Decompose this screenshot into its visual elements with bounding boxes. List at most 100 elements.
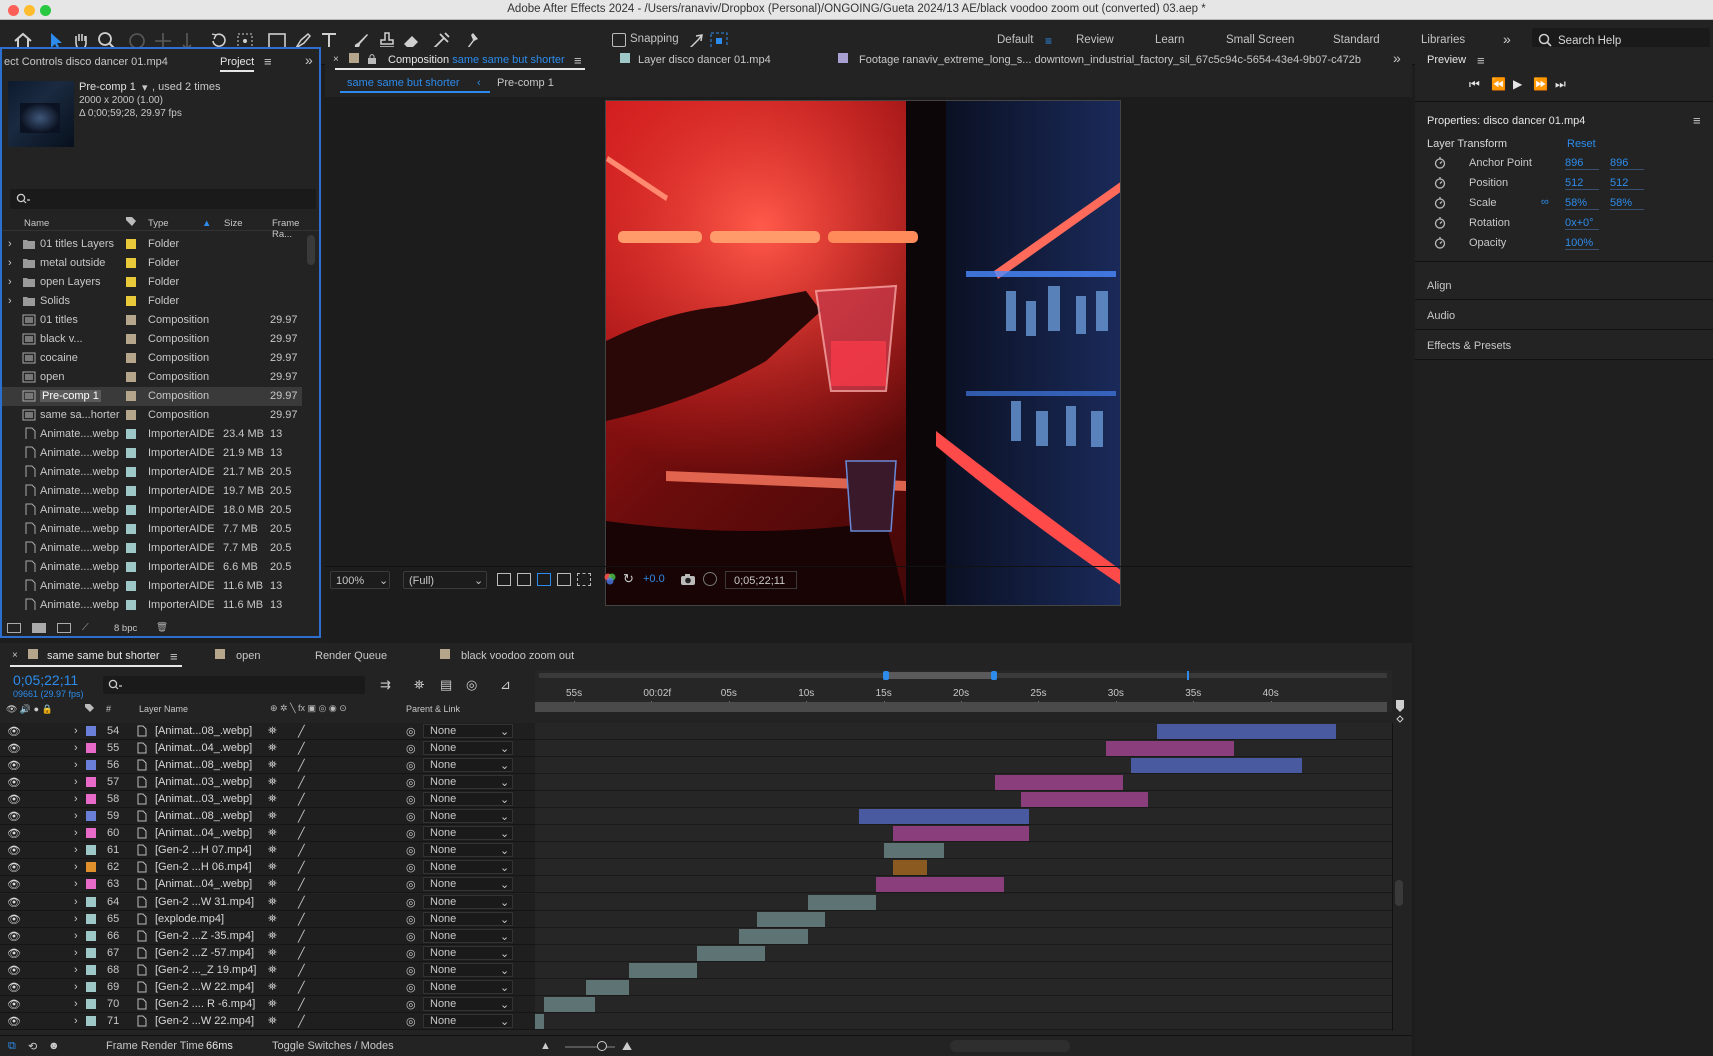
pickwhip-icon[interactable]: ◎ [406, 776, 416, 789]
visibility-eye-icon[interactable]: 👁 [7, 827, 21, 840]
layer-row[interactable]: 👁 › 66 [Gen-2 ...Z -35.mp4] ⛯ ╱ ◎ None ⌄ [0, 927, 535, 945]
layer-name[interactable]: [Gen-2 ...W 22.mp4] [155, 1015, 254, 1027]
project-item-row[interactable]: › open Layers Folder [2, 273, 302, 292]
shy-switch-icon[interactable]: ⛯ [268, 861, 277, 874]
layer-label-swatch[interactable] [86, 726, 96, 736]
layer-row[interactable]: 👁 › 56 [Animat...08_.webp] ⛯ ╱ ◎ None ⌄ [0, 757, 535, 775]
layer-track[interactable] [535, 995, 1392, 1013]
property-value-1[interactable]: 0x+0° [1565, 217, 1599, 230]
bpc-label[interactable]: 8 bpc [114, 623, 137, 634]
label-color-swatch[interactable] [126, 505, 136, 515]
layer-duration-bar[interactable] [1156, 724, 1336, 739]
project-item-row[interactable]: open Composition 29.97 [2, 368, 302, 387]
layer-label-swatch[interactable] [86, 794, 96, 805]
layer-row[interactable]: 👁 › 58 [Animat...03_.webp] ⛯ ╱ ◎ None ⌄ [0, 791, 535, 809]
layer-name[interactable]: [Gen-2 ..._Z 19.mp4] [155, 964, 257, 976]
layer-duration-bar[interactable] [884, 843, 944, 859]
layer-track[interactable] [535, 910, 1392, 928]
graph-editor-icon[interactable]: ⊿ [500, 677, 511, 693]
workspace-default[interactable]: Default [997, 34, 1033, 46]
layer-expand-chevron-icon[interactable]: › [74, 827, 78, 839]
layer-label-swatch[interactable] [86, 998, 96, 1009]
layer-duration-bar[interactable] [995, 775, 1123, 791]
close-comp-tab-icon[interactable]: × [333, 54, 339, 65]
channel-rgb-icon[interactable] [603, 572, 617, 586]
project-scrollbar[interactable] [307, 235, 315, 265]
layer-row[interactable]: 👁 › 61 [Gen-2 ...H 07.mp4] ⛯ ╱ ◎ None ⌄ [0, 842, 535, 860]
layer-row[interactable]: 👁 › 54 [Animat...08_.webp] ⛯ ╱ ◎ None ⌄ [0, 723, 535, 740]
layer-label-swatch[interactable] [86, 760, 96, 771]
property-value-2[interactable]: 58% [1610, 197, 1644, 210]
layer-track[interactable] [535, 944, 1392, 962]
layer-duration-bar[interactable] [858, 809, 1030, 825]
layer-label-swatch[interactable] [86, 896, 96, 907]
tab-footage[interactable]: Footage ranaviv_extreme_long_s... downto… [859, 54, 1379, 66]
quality-switch-icon[interactable]: ╱ [298, 793, 305, 806]
zoom-dropdown[interactable]: 100% ⌄ [330, 571, 390, 589]
layer-row[interactable]: 👁 › 69 [Gen-2 ...W 22.mp4] ⛯ ╱ ◎ None ⌄ [0, 978, 535, 996]
workspace-learn[interactable]: Learn [1155, 34, 1184, 46]
layer-expand-chevron-icon[interactable]: › [74, 844, 78, 856]
quality-switch-icon[interactable]: ╱ [298, 810, 305, 823]
label-color-swatch[interactable] [126, 600, 136, 610]
project-item-row[interactable]: Animate....webp ImporterAIDE 7.7 MB 20.5 [2, 539, 302, 558]
play-icon[interactable]: ▶ [1513, 77, 1522, 91]
layer-name[interactable]: [Animat...08_.webp] [155, 725, 252, 737]
composition-flowchart-icon[interactable]: ⇉ [380, 677, 391, 693]
shy-switch-icon[interactable]: ⛯ [268, 964, 277, 977]
tab-open[interactable]: open [236, 650, 260, 662]
exposure-value[interactable]: +0.0 [643, 573, 665, 585]
label-color-swatch[interactable] [126, 315, 136, 325]
pickwhip-icon[interactable]: ◎ [406, 844, 416, 857]
quality-switch-icon[interactable]: ╱ [298, 981, 305, 994]
mask-visibility-icon[interactable] [537, 573, 551, 586]
layer-duration-bar[interactable] [628, 962, 697, 978]
stopwatch-icon[interactable] [1434, 196, 1446, 209]
workspace-menu-icon[interactable]: ≡ [1045, 34, 1052, 48]
layer-label-swatch[interactable] [86, 743, 96, 754]
property-value-1[interactable]: 896 [1565, 157, 1599, 170]
reset-transform-link[interactable]: Reset [1567, 138, 1596, 150]
project-item-row[interactable]: › metal outside Folder [2, 254, 302, 273]
selected-item-dropdown-icon[interactable]: ▾ [142, 81, 148, 94]
layer-expand-chevron-icon[interactable]: › [74, 913, 78, 925]
property-value-1[interactable]: 512 [1565, 177, 1599, 190]
layer-name[interactable]: [Gen-2 ...W 22.mp4] [155, 981, 254, 993]
layer-track[interactable] [535, 961, 1392, 979]
zoom-in-icon[interactable]: ⛰ [622, 1039, 632, 1054]
first-frame-icon[interactable]: ⏮ [1469, 77, 1480, 92]
draft-3d-icon[interactable]: ⛯ [414, 677, 424, 693]
layer-expand-chevron-icon[interactable]: › [74, 981, 78, 993]
shy-switch-icon[interactable]: ⛯ [268, 878, 277, 891]
project-item-row[interactable]: Animate....webp ImporterAIDE 23.4 MB 13 [2, 425, 302, 444]
visibility-eye-icon[interactable]: 👁 [7, 776, 21, 789]
show-snapshot-icon[interactable] [703, 572, 717, 586]
property-value-1[interactable]: 58% [1565, 197, 1599, 210]
layer-row[interactable]: 👁 › 64 [Gen-2 ...W 31.mp4] ⛯ ╱ ◎ None ⌄ [0, 893, 535, 911]
shy-switch-icon[interactable]: ⛯ [268, 810, 277, 823]
col-parent-link[interactable]: Parent & Link [406, 704, 460, 714]
fast-previews-icon[interactable] [497, 573, 511, 586]
layer-expand-chevron-icon[interactable]: › [74, 947, 78, 959]
layer-label-swatch[interactable] [86, 828, 96, 839]
project-item-row[interactable]: 01 titles Composition 29.97 [2, 311, 302, 330]
snapshot-camera-icon[interactable] [680, 572, 696, 586]
layer-name[interactable]: [Gen-2 ...W 31.mp4] [155, 896, 254, 908]
workspace-libraries[interactable]: Libraries [1421, 34, 1465, 46]
layer-name[interactable]: [explode.mp4] [155, 913, 224, 925]
transparency-grid-icon[interactable] [517, 573, 531, 586]
timeline-zoom-slider[interactable] [565, 1046, 615, 1048]
tab-same-same-but-shorter[interactable]: same same but shorter [47, 650, 160, 662]
shy-switch-icon[interactable]: ⛯ [268, 827, 277, 840]
layer-track[interactable] [535, 842, 1392, 860]
layer-expand-chevron-icon[interactable]: › [74, 776, 78, 788]
crumb-pre-comp-1[interactable]: Pre-comp 1 [497, 77, 554, 89]
label-color-swatch[interactable] [126, 353, 136, 363]
quality-switch-icon[interactable]: ╱ [298, 776, 305, 789]
layer-duration-bar[interactable] [543, 996, 595, 1012]
layer-duration-bar[interactable] [1105, 741, 1234, 757]
composition-frame[interactable] [605, 100, 1121, 606]
layer-duration-bar[interactable] [807, 894, 876, 910]
comp-panel-menu-icon[interactable]: ≡ [574, 53, 582, 68]
layer-track[interactable] [535, 1012, 1392, 1030]
